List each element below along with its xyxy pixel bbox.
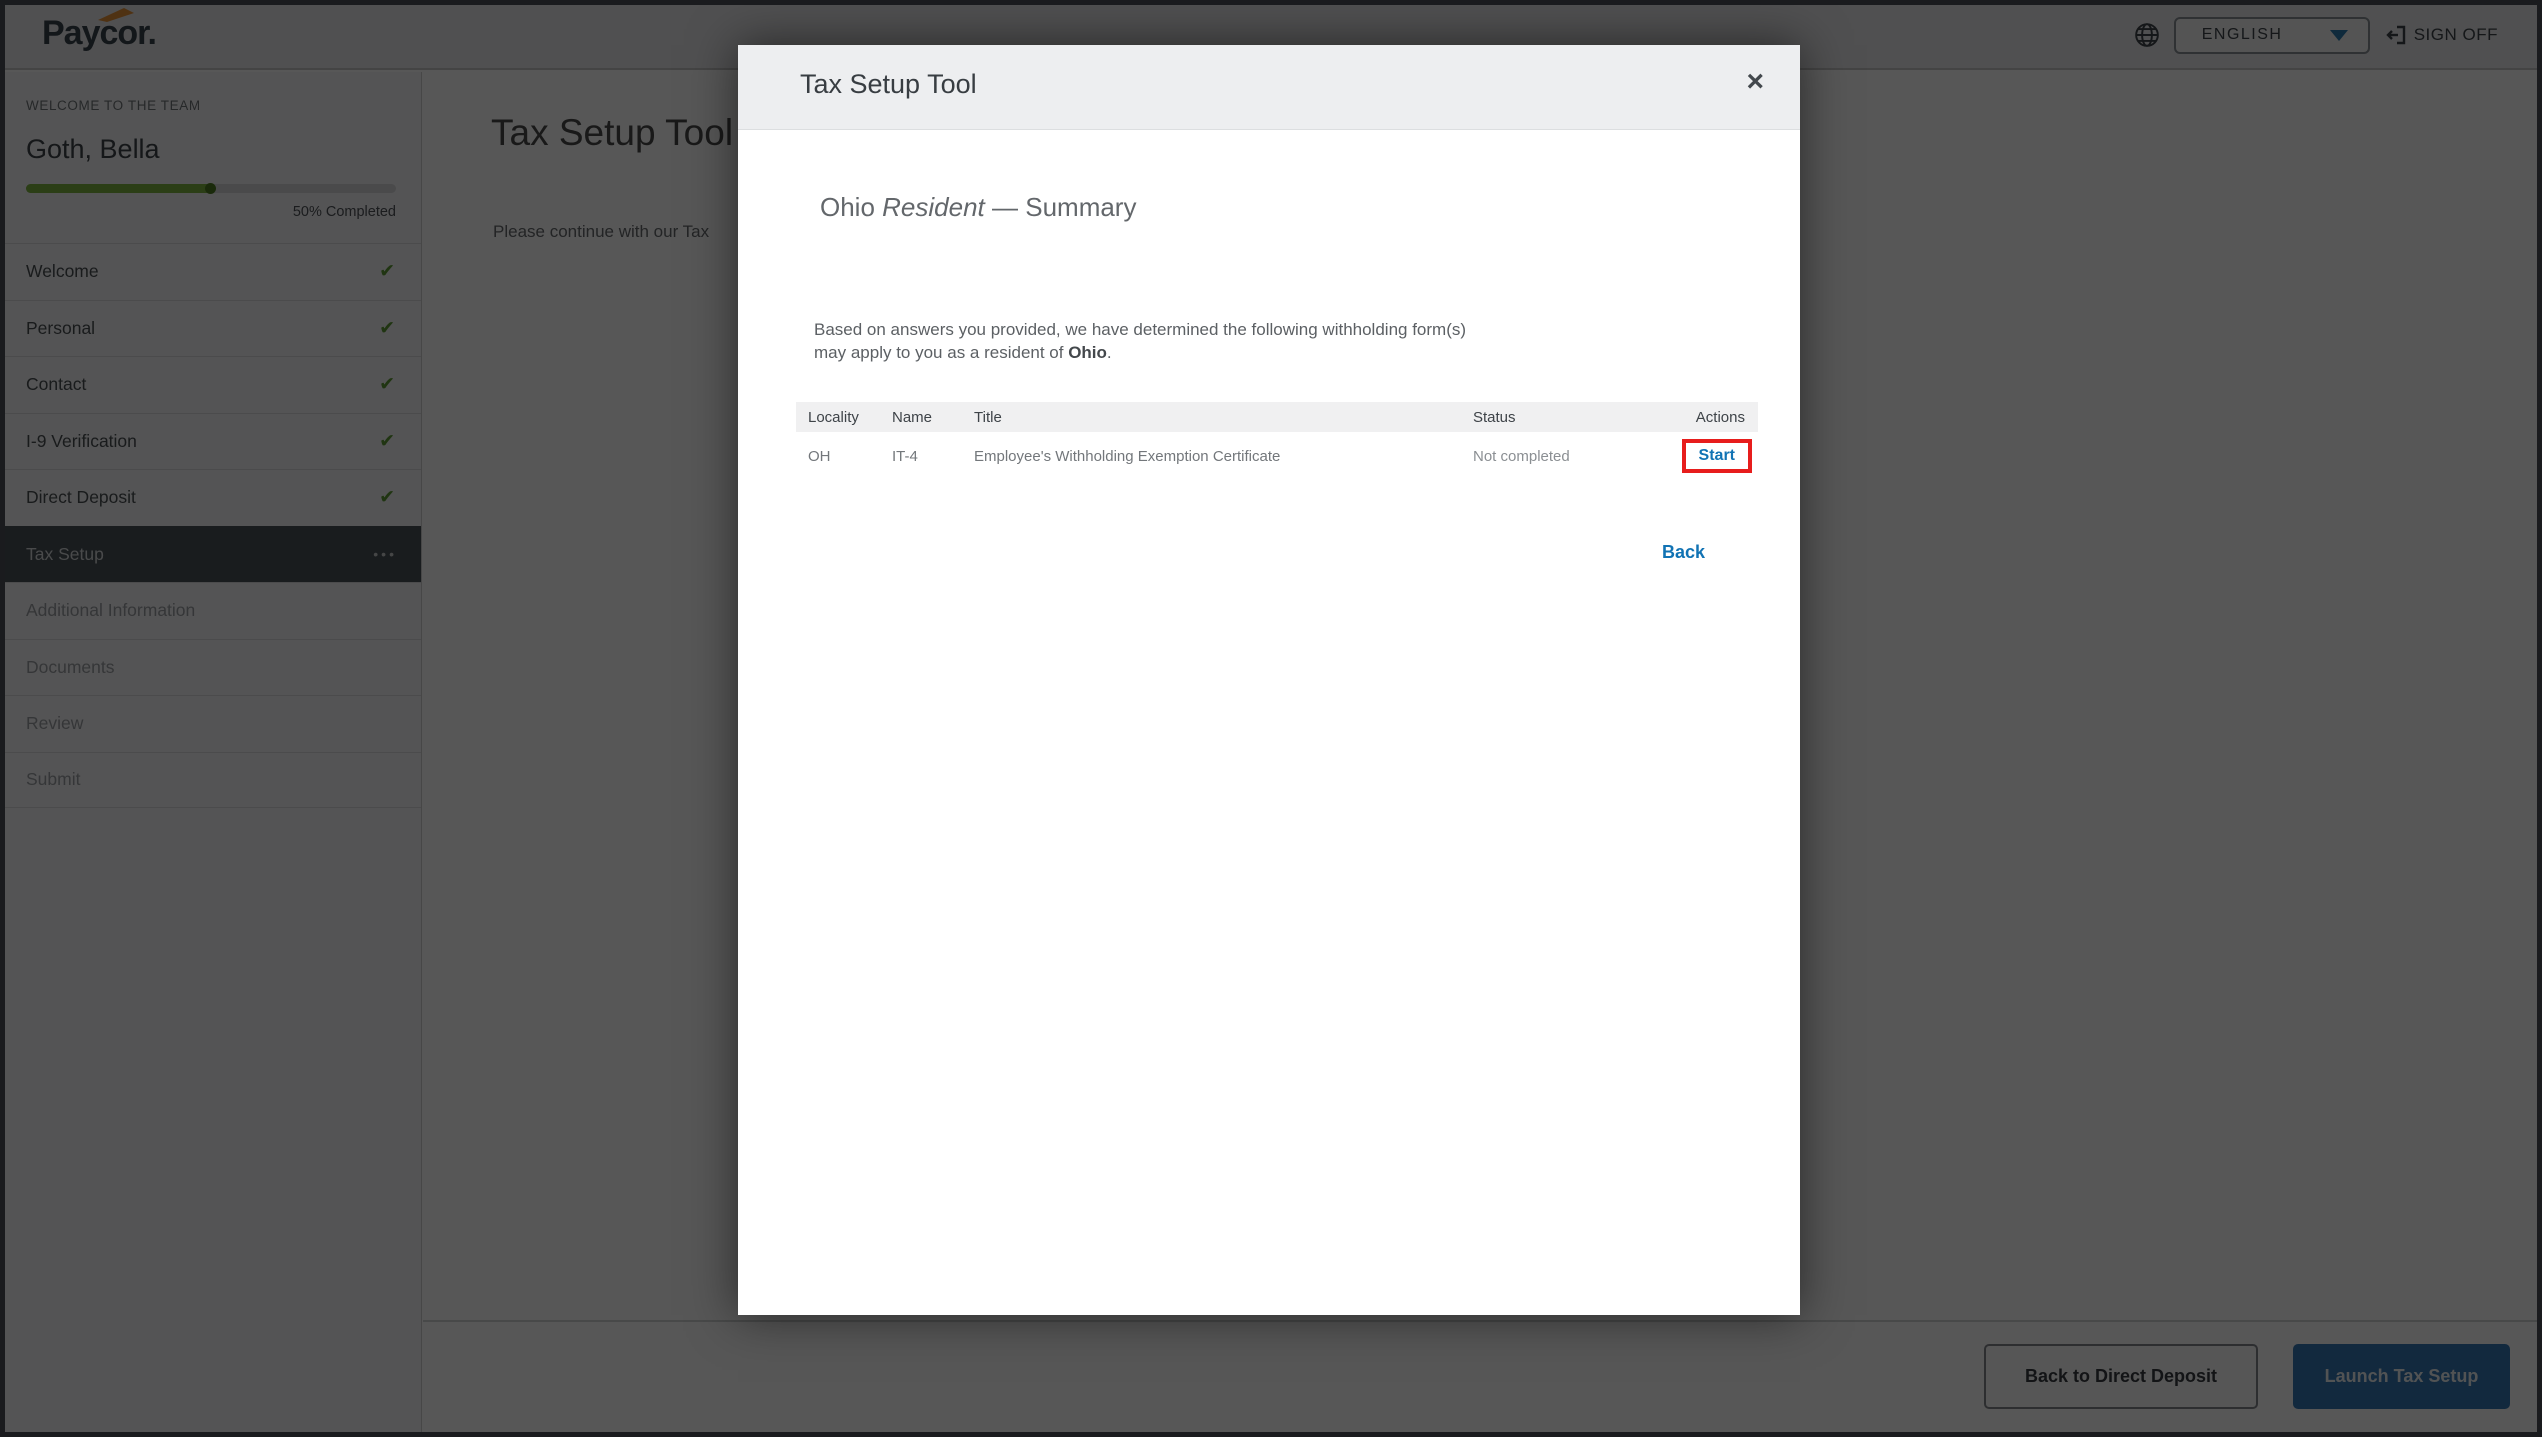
table-header-status: Status [1473, 409, 1671, 426]
description-line2-suffix: . [1107, 343, 1112, 362]
modal-title: Tax Setup Tool [800, 69, 977, 100]
modal-body: Ohio Resident — Summary Based on answers… [738, 130, 1800, 1315]
close-icon[interactable]: × [1746, 67, 1764, 97]
action-highlight-box: Start [1682, 439, 1752, 473]
app-window: Paycor. ENGLISH SIGN OFF [0, 0, 2542, 1437]
summary-title-italic: Resident [882, 192, 985, 222]
cell-locality: OH [796, 448, 892, 465]
summary-title-suffix: — Summary [985, 192, 1137, 222]
table-header-name: Name [892, 409, 974, 426]
table-rows: OHIT-4Employee's Withholding Exemption C… [796, 432, 1758, 480]
table-header-title: Title [974, 409, 1473, 426]
table-row: OHIT-4Employee's Withholding Exemption C… [796, 432, 1758, 480]
cell-title: Employee's Withholding Exemption Certifi… [974, 448, 1473, 465]
cell-status: Not completed [1473, 448, 1671, 465]
start-link[interactable]: Start [1699, 447, 1735, 464]
cell-actions: Start [1671, 439, 1758, 473]
tax-setup-modal: Tax Setup Tool × Ohio Resident — Summary… [738, 45, 1800, 1315]
description-line2-prefix: may apply to you as a resident of [814, 343, 1068, 362]
withholding-forms-table: LocalityNameTitleStatusActions OHIT-4Emp… [796, 402, 1758, 480]
summary-title-prefix: Ohio [820, 192, 882, 222]
description-line1: Based on answers you provided, we have d… [814, 320, 1466, 339]
table-header-locality: Locality [796, 409, 892, 426]
modal-header: Tax Setup Tool × [738, 45, 1800, 130]
table-header-row: LocalityNameTitleStatusActions [796, 402, 1758, 432]
table-header-actions: Actions [1671, 409, 1758, 426]
summary-title: Ohio Resident — Summary [820, 192, 1136, 223]
description-line2-bold: Ohio [1068, 343, 1107, 362]
summary-description: Based on answers you provided, we have d… [814, 318, 1466, 364]
cell-name: IT-4 [892, 448, 974, 465]
back-link[interactable]: Back [1662, 542, 1705, 563]
